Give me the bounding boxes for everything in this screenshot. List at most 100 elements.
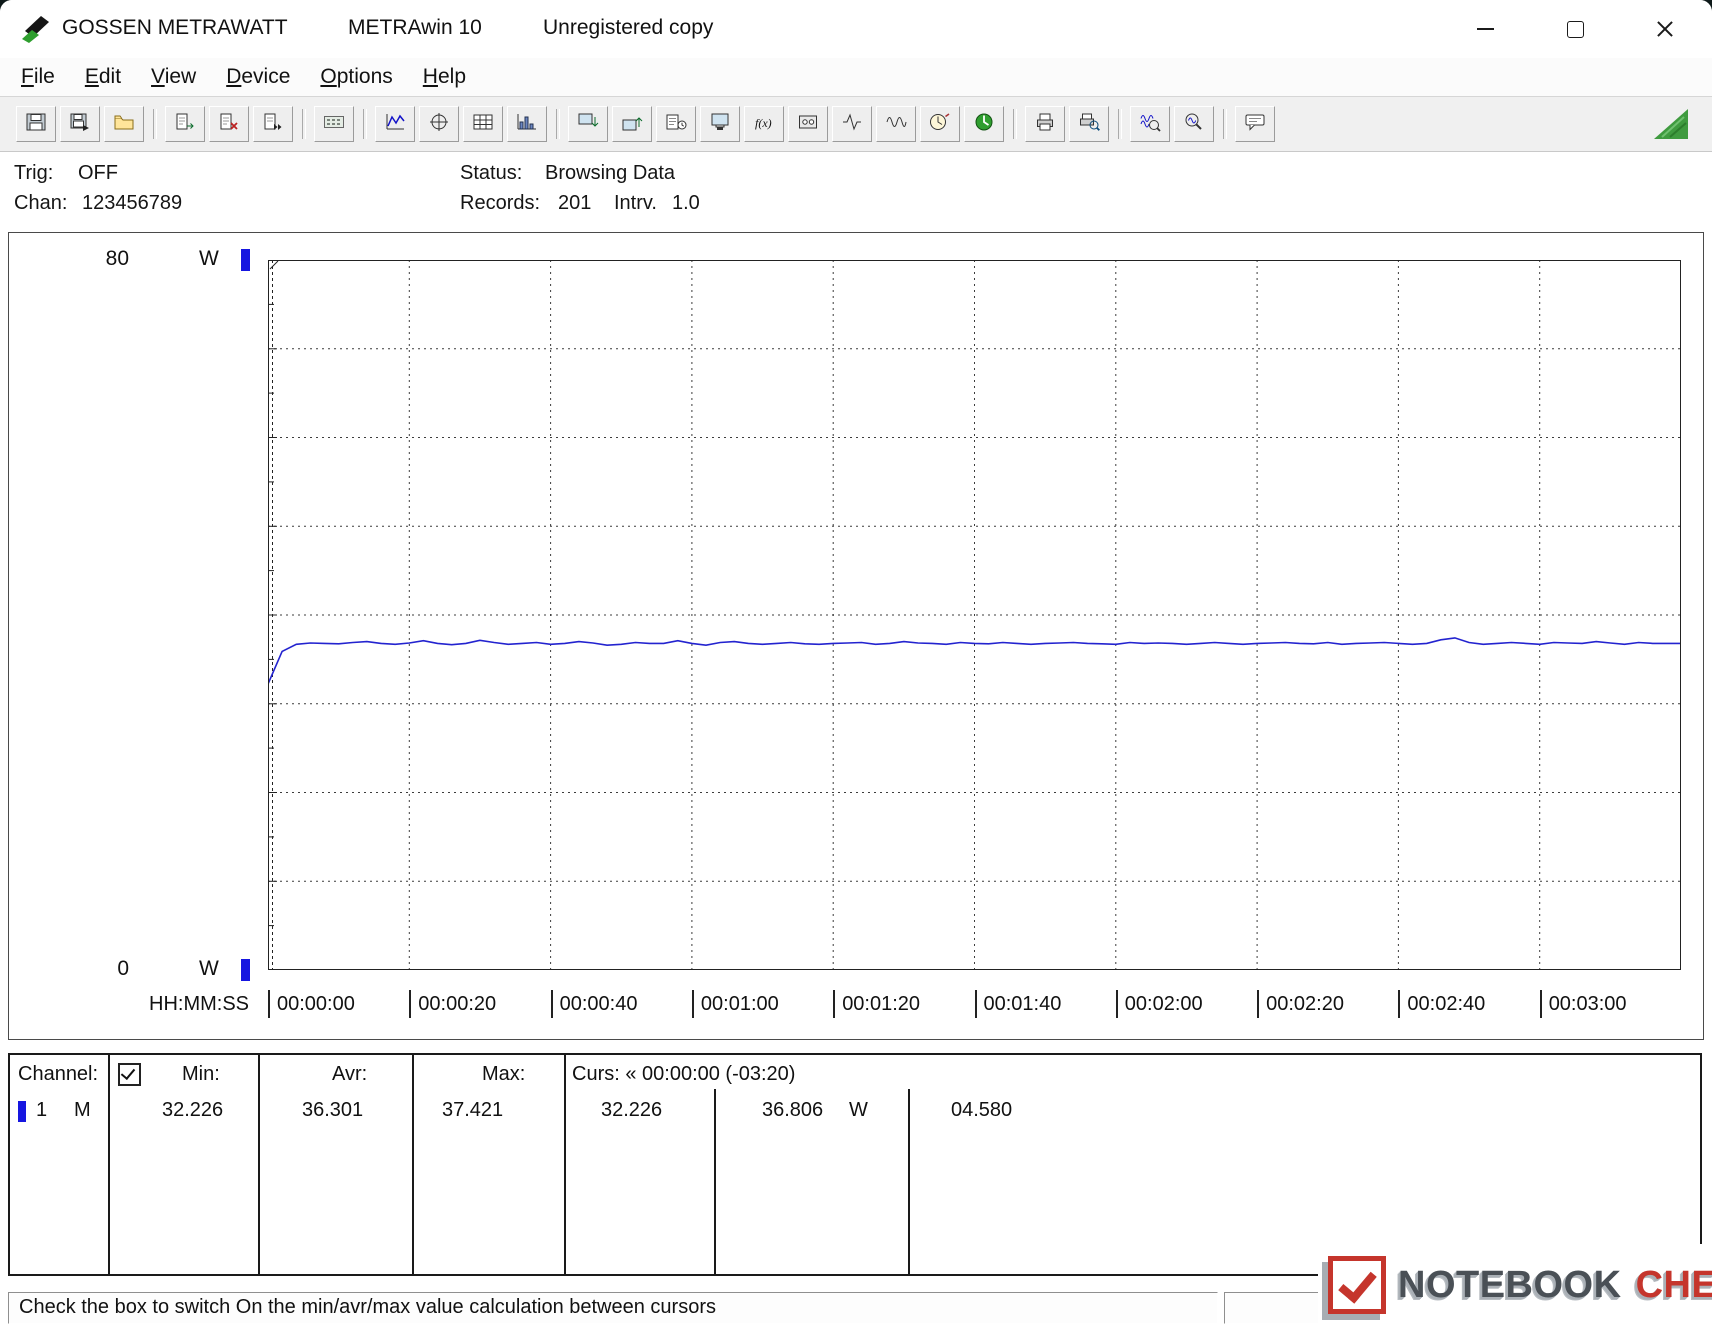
watermark-text-notebook: NOTEBOOK: [1398, 1264, 1622, 1307]
annotation-icon: [1244, 112, 1266, 137]
toolbar-button-card-advance[interactable]: [253, 106, 293, 142]
plot-region[interactable]: [268, 260, 1681, 970]
toolbar-separator: [302, 109, 306, 139]
info-panel: Trig: OFF Chan: 123456789 Status: Browsi…: [0, 152, 1712, 230]
toolbar-button-zoom-lens[interactable]: [1174, 106, 1214, 142]
cell-max: 37.421: [442, 1099, 503, 1122]
maximize-button[interactable]: [1552, 0, 1598, 58]
scope-crosshair-icon: [428, 112, 450, 137]
start-timer-icon: [973, 112, 995, 137]
histogram-icon: [516, 112, 538, 137]
license-label: Unregistered copy: [543, 16, 713, 40]
toolbar-button-signal-wave[interactable]: [876, 106, 916, 142]
cell-cursor-a: 32.226: [601, 1099, 662, 1122]
toolbar-button-signal-split[interactable]: [832, 106, 872, 142]
interval-value: 1.0: [672, 192, 700, 215]
toolbar-separator: [1223, 109, 1227, 139]
x-tick-label: 00:02:20: [1257, 990, 1344, 1018]
toolbar-button-save[interactable]: [16, 106, 56, 142]
cell-mode: M: [74, 1099, 91, 1122]
power-chart[interactable]: [268, 260, 1681, 970]
toolbar-button-device-download[interactable]: [568, 106, 608, 142]
checkmark-icon: [121, 1065, 135, 1080]
toolbar-button-formula[interactable]: f(x): [744, 106, 784, 142]
data-table-icon: [472, 112, 494, 137]
toolbar: f(x): [0, 96, 1712, 152]
records-label: Records:: [460, 192, 540, 215]
cell-min: 32.226: [162, 1099, 223, 1122]
app-title: METRAwin 10: [348, 16, 482, 40]
save-as-icon: [69, 112, 91, 137]
table-divider: [564, 1055, 566, 1274]
lcd-display-icon: [323, 112, 345, 137]
toolbar-button-histogram[interactable]: [507, 106, 547, 142]
records-value: 201: [558, 192, 591, 215]
chan-value: 123456789: [82, 192, 182, 215]
col-header-avr: Avr:: [332, 1063, 367, 1086]
x-tick-label: 00:01:00: [692, 990, 779, 1018]
toolbar-button-zoom-signal[interactable]: [1130, 106, 1170, 142]
menu-item-options[interactable]: Options: [305, 61, 407, 93]
y-axis-min-label: 0: [79, 957, 129, 981]
minmax-checkbox[interactable]: [118, 1063, 141, 1086]
maximize-icon: [1567, 21, 1584, 38]
toolbar-button-card-export[interactable]: [165, 106, 205, 142]
toolbar-button-print-preview[interactable]: [1069, 106, 1109, 142]
toolbar-button-start-timer[interactable]: [964, 106, 1004, 142]
device-download-icon: [577, 112, 599, 137]
card-advance-icon: [262, 112, 284, 137]
menu-item-file[interactable]: File: [6, 61, 70, 93]
brand-title: GOSSEN METRAWATT: [62, 16, 288, 40]
meter-time-icon: [929, 112, 951, 137]
x-tick-label: 00:01:20: [833, 990, 920, 1018]
menu-item-help[interactable]: Help: [408, 61, 481, 93]
menu-item-view[interactable]: View: [136, 61, 211, 93]
menu-item-edit[interactable]: Edit: [70, 61, 136, 93]
cursor-marker-top[interactable]: [241, 249, 250, 271]
notebookcheck-watermark: NOTEBOOKCHECK: [1318, 1244, 1712, 1326]
menu-bar: FileEditViewDeviceOptionsHelp: [0, 58, 1712, 96]
table-divider: [908, 1089, 910, 1274]
chart-area: 80 W 0 W HH:MM:SS 00:00:0000:00:2000:00:…: [8, 232, 1704, 1040]
minimize-button[interactable]: [1462, 0, 1508, 58]
cell-cursor-b: 36.806: [762, 1099, 823, 1122]
toolbar-button-annotation[interactable]: [1235, 106, 1275, 142]
measurement-table: Channel: Min: Avr: Max: Curs: « 00:00:00…: [8, 1053, 1702, 1276]
toolbar-separator: [363, 109, 367, 139]
line-chart-icon: [384, 112, 406, 137]
zoom-signal-icon: [1139, 112, 1161, 137]
toolbar-button-line-chart[interactable]: [375, 106, 415, 142]
toolbar-button-scope-crosshair[interactable]: [419, 106, 459, 142]
close-button[interactable]: [1642, 0, 1688, 58]
toolbar-button-lcd-display[interactable]: [314, 106, 354, 142]
toolbar-button-card-delete[interactable]: [209, 106, 249, 142]
close-icon: [1656, 20, 1674, 38]
menu-item-device[interactable]: Device: [211, 61, 305, 93]
toolbar-button-meter-time[interactable]: [920, 106, 960, 142]
toolbar-button-save-as[interactable]: [60, 106, 100, 142]
toolbar-button-monitor[interactable]: [700, 106, 740, 142]
cell-delta: 04.580: [951, 1099, 1012, 1122]
x-tick-label: 00:00:20: [409, 990, 496, 1018]
toolbar-button-device-upload[interactable]: [612, 106, 652, 142]
toolbar-separator: [153, 109, 157, 139]
signal-wave-icon: [885, 112, 907, 137]
table-divider: [108, 1055, 110, 1274]
x-axis-ticks: 00:00:0000:00:2000:00:4000:01:0000:01:20…: [9, 990, 1703, 1022]
col-header-channel: Channel:: [18, 1063, 98, 1086]
toolbar-separator: [1013, 109, 1017, 139]
app-window: GOSSEN METRAWATT METRAwin 10 Unregistere…: [0, 0, 1712, 1330]
toolbar-button-data-table[interactable]: [463, 106, 503, 142]
toolbar-corner-logo: [1652, 107, 1690, 141]
col-header-max: Max:: [482, 1063, 525, 1086]
svg-text:f(x): f(x): [755, 116, 772, 130]
cursor-marker-bottom[interactable]: [241, 959, 250, 981]
status-value: Browsing Data: [545, 162, 675, 185]
toolbar-button-schedule[interactable]: [656, 106, 696, 142]
minimize-icon: [1477, 28, 1494, 30]
toolbar-button-print[interactable]: [1025, 106, 1065, 142]
interval-label: Intrv.: [614, 192, 657, 215]
toolbar-button-open-folder[interactable]: [104, 106, 144, 142]
toolbar-button-recorder[interactable]: [788, 106, 828, 142]
cell-cursor-b-unit: W: [849, 1099, 868, 1122]
